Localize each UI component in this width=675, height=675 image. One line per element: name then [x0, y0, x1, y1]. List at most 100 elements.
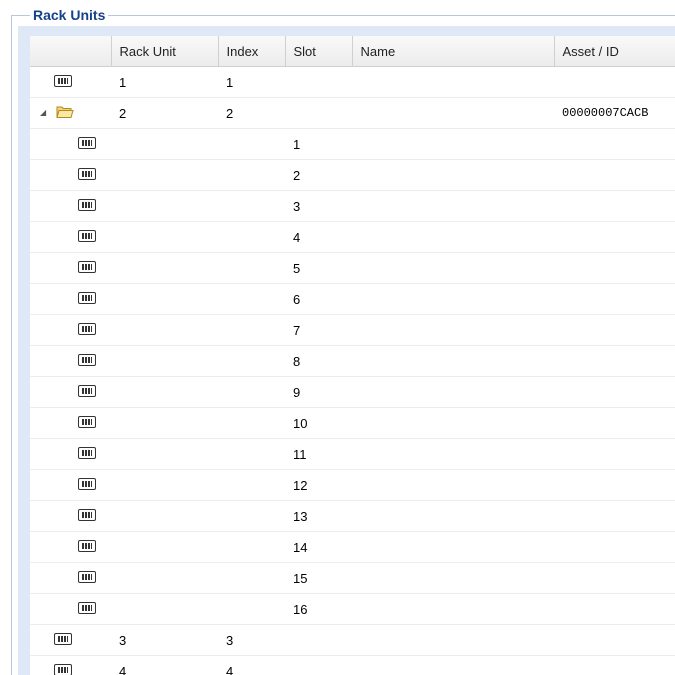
cell-asset-id — [554, 624, 675, 656]
table-row[interactable]: 9 — [30, 376, 675, 408]
cell-asset-id — [554, 438, 675, 470]
cell-slot: 14 — [285, 531, 352, 563]
table-row[interactable]: 44 — [30, 655, 675, 675]
column-header-asset-id[interactable]: Asset / ID — [554, 36, 675, 67]
module-icon — [78, 602, 96, 614]
table-row[interactable]: 13 — [30, 500, 675, 532]
cell-slot: 1 — [285, 128, 352, 160]
cell-index — [218, 500, 285, 532]
row-icon-cell[interactable] — [30, 407, 111, 439]
column-header-name[interactable]: Name — [352, 36, 555, 67]
grid-header-row: Rack Unit Index Slot Name Asset / ID — [30, 36, 675, 67]
row-icon-cell[interactable] — [30, 159, 111, 191]
row-icon-cell[interactable] — [30, 624, 111, 656]
cell-name — [352, 221, 554, 253]
table-row[interactable]: 6 — [30, 283, 675, 315]
cell-asset-id — [554, 531, 675, 563]
table-row[interactable]: 1 — [30, 128, 675, 160]
cell-name — [352, 407, 554, 439]
cell-asset-id — [554, 376, 675, 408]
cell-rack-unit — [111, 190, 218, 222]
row-icon-cell[interactable] — [30, 562, 111, 594]
table-row[interactable]: 4 — [30, 221, 675, 253]
column-header-index[interactable]: Index — [218, 36, 286, 67]
row-icon-cell[interactable] — [30, 469, 111, 501]
cell-slot: 7 — [285, 314, 352, 346]
cell-slot — [285, 97, 352, 129]
cell-asset-id: 00000007CACB — [554, 97, 675, 129]
table-row[interactable]: 12 — [30, 469, 675, 501]
table-row[interactable]: 33 — [30, 624, 675, 656]
row-icon-cell[interactable] — [30, 66, 111, 98]
rack-units-grid: Rack Unit Index Slot Name Asset / ID 1 1 ◢… — [30, 36, 675, 675]
column-header-slot[interactable]: Slot — [285, 36, 353, 67]
cell-asset-id — [554, 655, 675, 675]
cell-asset-id — [554, 252, 675, 284]
column-header-icon[interactable] — [30, 36, 112, 67]
cell-slot: 4 — [285, 221, 352, 253]
row-icon-cell[interactable] — [30, 221, 111, 253]
module-icon — [78, 199, 96, 211]
cell-index: 1 — [218, 66, 285, 98]
row-icon-cell[interactable] — [30, 376, 111, 408]
expand-toggle-icon[interactable]: ◢ — [40, 109, 46, 117]
cell-index — [218, 438, 285, 470]
table-row[interactable]: 10 — [30, 407, 675, 439]
table-row[interactable]: ◢ 2 2 00000007CACB — [30, 97, 675, 129]
cell-slot: 5 — [285, 252, 352, 284]
row-icon-cell[interactable] — [30, 314, 111, 346]
row-icon-cell[interactable] — [30, 438, 111, 470]
cell-name — [352, 376, 554, 408]
table-row[interactable]: 5 — [30, 252, 675, 284]
cell-name — [352, 66, 554, 98]
cell-slot: 11 — [285, 438, 352, 470]
table-row[interactable]: 15 — [30, 562, 675, 594]
row-icon-cell[interactable] — [30, 190, 111, 222]
column-header-rack-unit[interactable]: Rack Unit — [111, 36, 219, 67]
cell-index — [218, 593, 285, 625]
cell-index — [218, 531, 285, 563]
grid-body: 1 1 ◢ 2 2 00000007CACB 1 2 3 4 5 6 7 8 9 10 11 12 13 14 15 16… — [30, 66, 675, 675]
row-icon-cell[interactable] — [30, 500, 111, 532]
row-icon-cell[interactable] — [30, 345, 111, 377]
module-icon — [54, 75, 72, 87]
row-icon-cell[interactable] — [30, 283, 111, 315]
module-icon — [78, 478, 96, 490]
cell-slot: 10 — [285, 407, 352, 439]
cell-name — [352, 624, 554, 656]
cell-slot: 13 — [285, 500, 352, 532]
module-icon — [78, 292, 96, 304]
row-icon-cell[interactable] — [30, 252, 111, 284]
table-row[interactable]: 7 — [30, 314, 675, 346]
row-icon-cell[interactable] — [30, 531, 111, 563]
cell-index: 2 — [218, 97, 285, 129]
cell-rack-unit — [111, 500, 218, 532]
table-row[interactable]: 14 — [30, 531, 675, 563]
cell-rack-unit — [111, 221, 218, 253]
cell-asset-id — [554, 314, 675, 346]
cell-rack-unit: 4 — [111, 655, 218, 675]
table-row[interactable]: 16 — [30, 593, 675, 625]
table-row[interactable]: 11 — [30, 66, 675, 98]
cell-index — [218, 252, 285, 284]
row-icon-cell[interactable] — [30, 655, 111, 675]
cell-slot: 8 — [285, 345, 352, 377]
table-row[interactable]: 2 — [30, 159, 675, 191]
table-row[interactable]: 8 — [30, 345, 675, 377]
row-icon-cell[interactable] — [30, 593, 111, 625]
table-row[interactable]: 3 — [30, 190, 675, 222]
cell-name — [352, 531, 554, 563]
module-icon — [78, 323, 96, 335]
cell-name — [352, 252, 554, 284]
cell-slot — [285, 624, 352, 656]
cell-slot: 16 — [285, 593, 352, 625]
cell-rack-unit — [111, 593, 218, 625]
row-icon-cell[interactable]: ◢ — [30, 97, 111, 129]
cell-rack-unit — [111, 314, 218, 346]
cell-name — [352, 655, 554, 675]
cell-index: 3 — [218, 624, 285, 656]
cell-slot: 15 — [285, 562, 352, 594]
row-icon-cell[interactable] — [30, 128, 111, 160]
cell-slot — [285, 66, 352, 98]
table-row[interactable]: 11 — [30, 438, 675, 470]
